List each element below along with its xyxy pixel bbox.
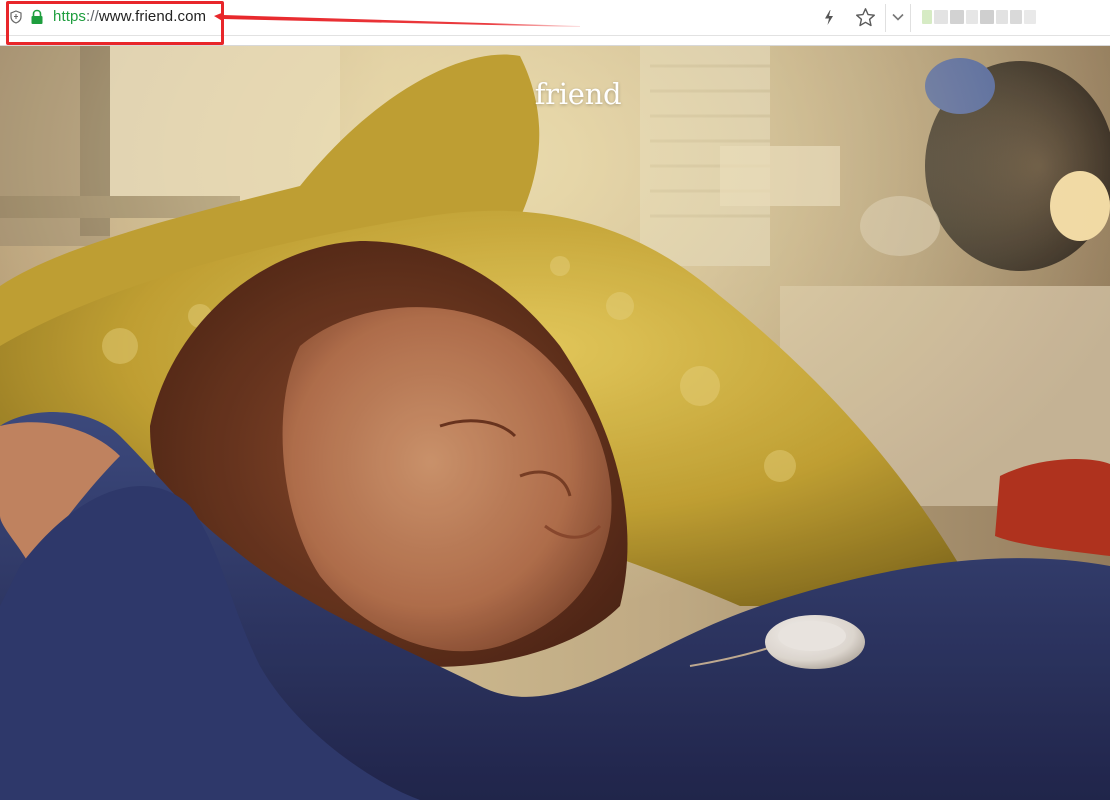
star-icon[interactable] <box>855 7 876 28</box>
brand-logo[interactable]: friend <box>0 77 1110 111</box>
hero-photo <box>0 46 1110 800</box>
toolbar-divider <box>910 4 911 32</box>
toolbar-divider <box>885 4 886 32</box>
annotation-arrow <box>214 12 580 27</box>
chevron-down-icon[interactable] <box>891 12 905 22</box>
hero-section: friend <box>0 46 1110 800</box>
browser-toolbar: https://www.friend.com <box>0 0 1110 46</box>
search-box[interactable] <box>922 10 1037 24</box>
annotation-highlight-box <box>6 1 224 45</box>
bolt-icon[interactable] <box>823 9 835 26</box>
